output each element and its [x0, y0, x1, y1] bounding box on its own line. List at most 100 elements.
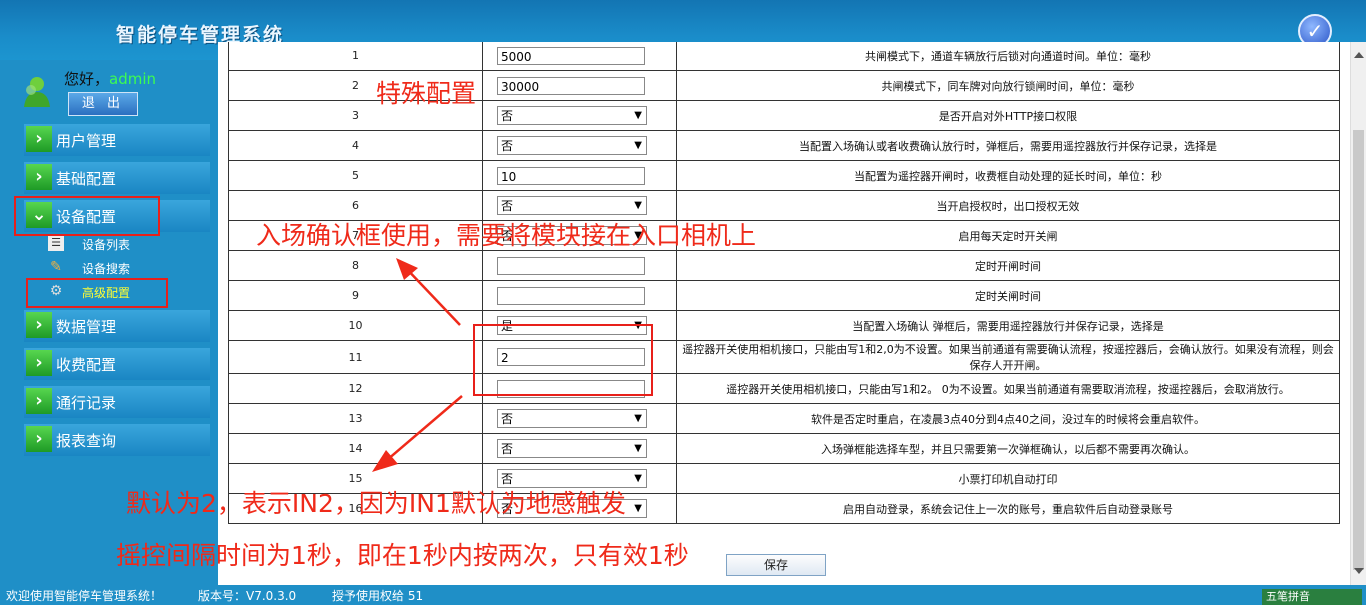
annotation-special-config: 特殊配置 — [376, 79, 477, 108]
menu-item-data-management[interactable]: › 数据管理 — [24, 310, 210, 342]
config-value-select[interactable]: 否 ▼ — [497, 439, 647, 458]
menu-item-label: 基础配置 — [56, 170, 117, 188]
config-value-select[interactable]: 否 ▼ — [497, 136, 647, 155]
greeting-text: 您好， — [64, 70, 110, 88]
ime-label: 五笔拼音 — [1266, 590, 1310, 603]
menu-item-label: 通行记录 — [56, 394, 117, 412]
submenu-item-label: 设备搜索 — [82, 262, 131, 276]
row-number: 5 — [228, 160, 483, 191]
annotation-entry-confirm: 入场确认框使用，需要将模块接在入口相机上 — [256, 221, 757, 250]
config-value-input[interactable]: 10 — [497, 166, 645, 185]
vertical-scrollbar[interactable] — [1350, 42, 1366, 585]
select-value: 否 — [501, 412, 514, 426]
wrench-icon: ✎ — [50, 259, 62, 275]
highlight-box-rows-10-11 — [473, 324, 653, 396]
row-number: 9 — [228, 280, 483, 311]
menu-item-pass-records[interactable]: › 通行记录 — [24, 386, 210, 418]
user-avatar-icon — [24, 77, 50, 107]
username: admin — [109, 70, 157, 88]
submenu-item-device-search[interactable]: ✎ 设备搜索 — [48, 258, 198, 278]
value-cell: 否 ▼ — [482, 403, 677, 434]
table-row: 1 5000 共闸模式下，通道车辆放行后锁对向通道时间。单位：毫秒 — [228, 42, 1340, 71]
row-description: 当配置入场确认或者收费确认放行时，弹框后，需要用遥控器放行并保存记录，选择是 — [676, 130, 1340, 161]
config-value-select[interactable]: 否 ▼ — [497, 106, 647, 125]
list-icon: ☰ — [48, 235, 64, 251]
highlight-box-advanced-config — [26, 278, 168, 308]
row-description: 遥控器开关使用相机接口，只能由写1和2,0为不设置。如果当前通道有需要确认流程，… — [676, 340, 1340, 374]
dropdown-arrow-icon: ▼ — [634, 140, 642, 151]
config-value-input[interactable] — [497, 256, 645, 275]
row-description: 当配置入场确认 弹框后，需要用遥控器放行并保存记录，选择是 — [676, 310, 1340, 341]
config-value-select[interactable]: 否 ▼ — [497, 409, 647, 428]
row-description: 启用自动登录，系统会记住上一次的账号，重启软件后自动登录账号 — [676, 493, 1340, 524]
table-row: 4 否 ▼ 当配置入场确认或者收费确认放行时，弹框后，需要用遥控器放行并保存记录，选择… — [228, 130, 1340, 161]
footer-license: 授予使用权给 51 — [332, 589, 424, 603]
row-description: 启用每天定时开关闸 — [676, 220, 1340, 251]
row-number: 14 — [228, 433, 483, 464]
row-description: 小票打印机自动打印 — [676, 463, 1340, 494]
menu-item-basic-config[interactable]: › 基础配置 — [24, 162, 210, 194]
dropdown-arrow-icon: ▼ — [634, 443, 642, 454]
config-value-input[interactable]: 5000 — [497, 46, 645, 65]
value-cell: 否 ▼ — [482, 100, 677, 131]
dropdown-arrow-icon: ▼ — [634, 200, 642, 211]
row-number: 1 — [228, 42, 483, 71]
dropdown-arrow-icon: ▼ — [634, 503, 642, 514]
submenu-item-device-list[interactable]: ☰ 设备列表 — [48, 234, 198, 254]
annotation-default-in2: 默认为2，表示IN2，因为IN1默认为地感触发 — [126, 489, 626, 518]
table-row: 13 否 ▼ 软件是否定时重启，在凌晨3点40分到4点40之间，没过车的时候将会重启软… — [228, 403, 1340, 434]
scroll-down-icon[interactable] — [1354, 568, 1364, 574]
menu-item-user-management[interactable]: › 用户管理 — [24, 124, 210, 156]
chevron-right-icon: › — [26, 164, 52, 190]
config-value-select[interactable]: 否 ▼ — [497, 196, 647, 215]
dropdown-arrow-icon: ▼ — [634, 110, 642, 121]
config-value-input[interactable] — [497, 286, 645, 305]
row-number: 8 — [228, 250, 483, 281]
menu-item-label: 报表查询 — [56, 432, 117, 450]
value-cell: 30000 — [482, 70, 677, 101]
chevron-right-icon: › — [26, 426, 52, 452]
chevron-right-icon: › — [26, 312, 52, 338]
menu-item-fee-config[interactable]: › 收费配置 — [24, 348, 210, 380]
menu-item-label: 数据管理 — [56, 318, 117, 336]
table-row: 8 定时开闸时间 — [228, 250, 1340, 281]
config-value-input[interactable]: 30000 — [497, 76, 645, 95]
config-table: 1 5000 共闸模式下，通道车辆放行后锁对向通道时间。单位：毫秒 2 30000 共闸模… — [228, 42, 1340, 524]
chevron-right-icon: › — [26, 350, 52, 376]
row-description: 定时关闸时间 — [676, 280, 1340, 311]
row-description: 入场弹框能选择车型，并且只需要第一次弹框确认，以后都不需要再次确认。 — [676, 433, 1340, 464]
footer-version: 版本号：V7.0.3.0 — [198, 589, 297, 603]
logout-button[interactable]: 退 出 — [68, 92, 138, 116]
scroll-thumb[interactable] — [1353, 130, 1364, 570]
ime-indicator[interactable]: 五笔拼音 — [1262, 589, 1362, 605]
dropdown-arrow-icon: ▼ — [634, 473, 642, 484]
table-row: 14 否 ▼ 入场弹框能选择车型，并且只需要第一次弹框确认，以后都不需要再次确认。 — [228, 433, 1340, 464]
row-description: 是否开启对外HTTP接口权限 — [676, 100, 1340, 131]
row-description: 共闸模式下，同车牌对向放行锁闸时间，单位：毫秒 — [676, 70, 1340, 101]
row-number: 11 — [228, 340, 483, 374]
chevron-right-icon: › — [26, 126, 52, 152]
row-number: 10 — [228, 310, 483, 341]
row-description: 当开启授权时，出口授权无效 — [676, 190, 1340, 221]
row-number: 12 — [228, 373, 483, 404]
status-bar: 欢迎使用智能停车管理系统！ 版本号：V7.0.3.0 授予使用权给 51 五笔拼… — [0, 585, 1366, 605]
highlight-box-device-config — [14, 196, 160, 236]
row-description: 遥控器开关使用相机接口，只能由写1和2。 0为不设置。如果当前通道有需要取消流程… — [676, 373, 1340, 404]
menu-item-label: 收费配置 — [56, 356, 117, 374]
row-number: 4 — [228, 130, 483, 161]
select-value: 否 — [501, 442, 514, 456]
table-row: 12 遥控器开关使用相机接口，只能由写1和2。 0为不设置。如果当前通道有需要取消… — [228, 373, 1340, 404]
dropdown-arrow-icon: ▼ — [634, 413, 642, 424]
table-row: 5 10 当配置为遥控器开闸时，收费框自动处理的延长时间，单位：秒 — [228, 160, 1340, 191]
row-description: 定时开闸时间 — [676, 250, 1340, 281]
table-row: 9 定时关闸时间 — [228, 280, 1340, 311]
save-button[interactable]: 保存 — [726, 554, 826, 576]
menu-item-report-query[interactable]: › 报表查询 — [24, 424, 210, 456]
value-cell: 否 ▼ — [482, 130, 677, 161]
scroll-up-icon[interactable] — [1354, 52, 1364, 58]
row-description: 共闸模式下，通道车辆放行后锁对向通道时间。单位：毫秒 — [676, 42, 1340, 71]
value-cell: 5000 — [482, 42, 677, 71]
row-number: 13 — [228, 403, 483, 434]
select-value: 否 — [501, 199, 514, 213]
chevron-right-icon: › — [26, 388, 52, 414]
